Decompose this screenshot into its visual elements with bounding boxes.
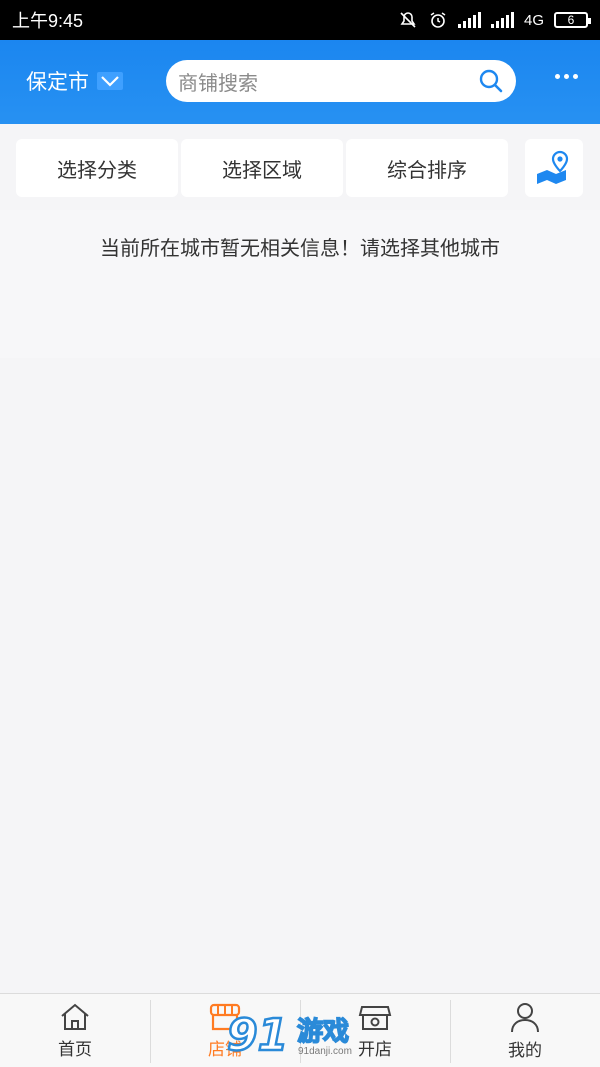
alarm-icon (430, 12, 446, 28)
search-box[interactable]: 商铺搜索 (166, 60, 516, 102)
network-type: 4G (523, 11, 544, 29)
tab-open-store-label: 开店 (358, 1040, 392, 1060)
tab-mine[interactable]: 我的 (450, 994, 600, 1067)
tab-home-label: 首页 (58, 1040, 92, 1060)
status-icons: 4G 6 (398, 10, 591, 30)
city-selector[interactable]: 保定市 (26, 66, 123, 96)
status-time: 上午9:45 (12, 11, 84, 31)
empty-state-message: 当前所在城市暂无相关信息！请选择其他城市 (100, 236, 500, 260)
watermark-site: 91danji.com (298, 1046, 352, 1057)
filter-category-button[interactable]: 选择分类 (16, 139, 178, 197)
store-icon (209, 1003, 241, 1031)
filter-area-button[interactable]: 选择区域 (181, 139, 343, 197)
filter-sort-button[interactable]: 综合排序 (346, 139, 508, 197)
tab-mine-label: 我的 (508, 1041, 542, 1061)
person-icon (511, 1003, 539, 1033)
mute-icon (400, 12, 416, 28)
city-label: 保定市 (26, 70, 89, 94)
app-header: 保定市 商铺搜索 (0, 40, 600, 124)
open-store-icon (358, 1006, 392, 1030)
chevron-down-icon (97, 72, 123, 90)
home-icon (61, 1003, 89, 1030)
hd-signal-icon (490, 12, 514, 28)
search-input[interactable]: 商铺搜索 (178, 67, 478, 96)
search-icon[interactable] (478, 68, 504, 94)
map-location-button[interactable] (525, 139, 583, 197)
more-menu-icon[interactable] (555, 74, 578, 79)
battery-icon: 6 (554, 12, 591, 28)
filter-bar: 选择分类 选择区域 综合排序 (16, 139, 508, 197)
tab-home[interactable]: 首页 (0, 994, 150, 1067)
map-pin-icon (537, 150, 569, 184)
tab-store[interactable]: 店铺 (150, 994, 300, 1067)
signal-icon (457, 12, 481, 28)
battery-level: 6 (567, 13, 575, 27)
tab-store-label: 店铺 (208, 1040, 242, 1060)
status-bar: 上午9:45 4G 6 (0, 0, 600, 40)
